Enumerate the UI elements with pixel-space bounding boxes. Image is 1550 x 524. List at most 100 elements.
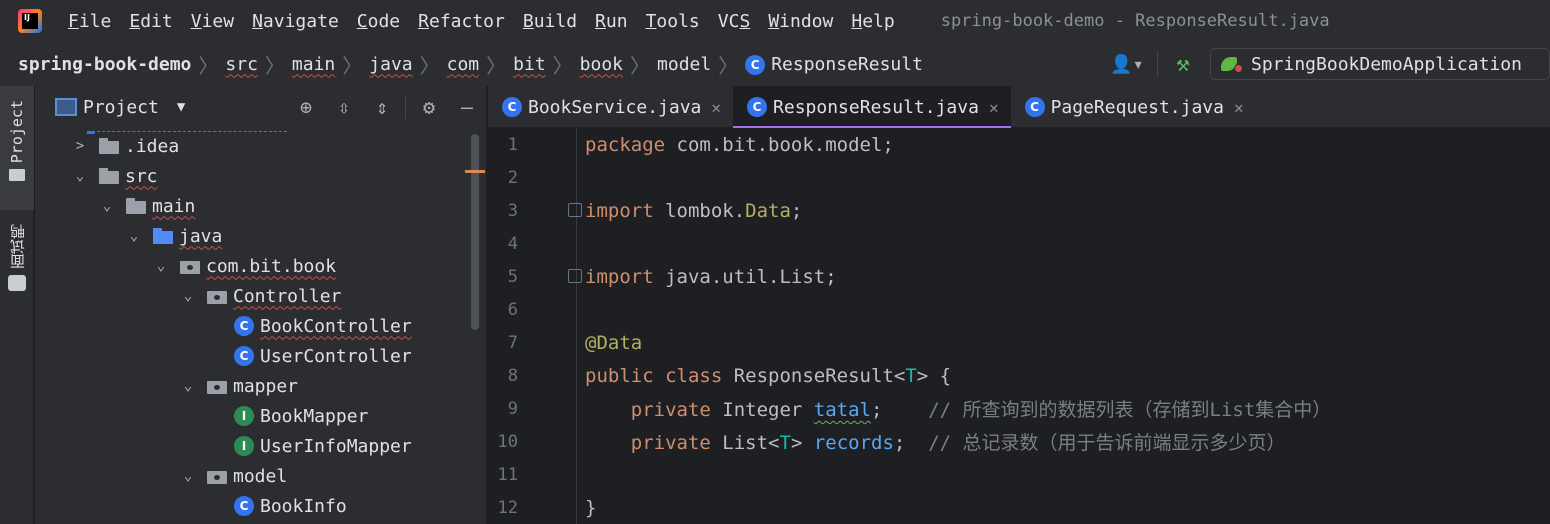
menu-file[interactable]: File	[68, 11, 111, 32]
breadcrumb-item[interactable]: com	[447, 54, 480, 75]
tree-item-label: java	[179, 225, 223, 247]
menu-tools[interactable]: Tools	[646, 11, 700, 32]
breadcrumb-separator: 〉	[552, 53, 573, 78]
code-token: T	[905, 364, 917, 387]
tree-scrollbar[interactable]	[471, 134, 479, 330]
menu-window[interactable]: Window	[768, 11, 833, 32]
menu-vcs[interactable]: VCS	[718, 11, 751, 32]
project-panel-title[interactable]: Project	[83, 97, 159, 118]
menu-edit[interactable]: Edit	[129, 11, 172, 32]
menu-navigate[interactable]: Navigate	[252, 11, 339, 32]
chevron-down-icon[interactable]: ⌄	[73, 168, 87, 184]
tree-item-label: main	[152, 195, 196, 217]
chevron-down-icon[interactable]: ⌄	[127, 228, 141, 244]
left-tool-strip: Project 面试鸭	[0, 86, 34, 524]
fold-marker-icon[interactable]	[568, 269, 582, 283]
breadcrumb-item[interactable]: src	[225, 54, 258, 75]
chevron-down-icon[interactable]: ⌄	[181, 378, 195, 394]
breadcrumb-item[interactable]: spring-book-demo	[18, 54, 191, 75]
tab-label: ResponseResult.java	[773, 96, 979, 118]
line-number: 11	[497, 464, 518, 485]
line-number: 9	[507, 398, 518, 419]
chevron-down-icon[interactable]: ▼	[177, 99, 185, 115]
breadcrumb-item[interactable]: main	[292, 54, 335, 75]
chevron-down-icon[interactable]: ⌄	[100, 198, 114, 214]
interface-icon: I	[234, 406, 254, 426]
plugin-tool-button[interactable]: 面试鸭	[0, 224, 34, 314]
code-text: import lombok.Data;	[585, 200, 802, 222]
class-icon: C	[747, 97, 768, 117]
breadcrumb-item[interactable]: model	[657, 54, 711, 75]
folder-icon	[126, 198, 146, 214]
class-icon: C	[502, 97, 522, 117]
menu-help[interactable]: Help	[851, 11, 894, 32]
tab-responseresult[interactable]: C ResponseResult.java ✕	[733, 86, 1011, 129]
menu-code[interactable]: Code	[357, 11, 400, 32]
build-hammer-icon[interactable]: ⚒	[1168, 49, 1198, 79]
chevron-down-icon[interactable]: ⌄	[181, 288, 195, 304]
tree-item[interactable]: > .idea	[73, 131, 179, 161]
code-line: 3 import lombok.Data;	[488, 194, 1550, 227]
menu-build[interactable]: Build	[523, 11, 577, 32]
code-token: }	[585, 496, 597, 519]
tree-item[interactable]: C UserController	[208, 341, 412, 371]
menu-refactor[interactable]: Refactor	[418, 11, 505, 32]
breadcrumb-item[interactable]: bit	[513, 54, 546, 75]
breadcrumb-item[interactable]: C ResponseResult	[745, 54, 923, 75]
intellij-logo-icon[interactable]: IJ	[18, 9, 42, 33]
tab-pagerequest[interactable]: C PageRequest.java ✕	[1011, 86, 1256, 128]
minimize-icon[interactable]: —	[448, 92, 486, 122]
collapse-all-icon[interactable]: ⇕	[363, 92, 401, 122]
code-editor[interactable]: 1 package com.bit.book.model; 2 3 import lom…	[488, 128, 1550, 524]
tree-item[interactable]: I UserInfoMapper	[208, 431, 412, 461]
chevron-right-icon[interactable]: >	[73, 138, 87, 154]
project-tool-button[interactable]: Project	[0, 86, 34, 210]
code-line: 6	[488, 293, 1550, 326]
line-number: 12	[497, 497, 518, 518]
project-window-icon	[55, 98, 77, 116]
close-icon[interactable]: ✕	[989, 98, 999, 117]
tree-item[interactable]: ⌄ java	[127, 221, 223, 251]
locate-crosshair-icon[interactable]: ⊕	[287, 92, 325, 122]
breadcrumb: spring-book-demo 〉 src 〉 main 〉 java 〉 com 〉 bit 〉 b…	[18, 50, 923, 79]
close-icon[interactable]: ✕	[711, 98, 721, 117]
fold-marker-icon[interactable]	[568, 203, 582, 217]
code-token: > {	[916, 364, 952, 387]
line-number: 7	[507, 332, 518, 353]
tree-item[interactable]: C BookController	[208, 311, 412, 341]
expand-all-icon[interactable]: ⇳	[325, 92, 363, 122]
package-icon	[207, 468, 227, 484]
tree-item[interactable]: ⌄ model	[181, 461, 287, 491]
tree-item[interactable]: I BookMapper	[208, 401, 368, 431]
breadcrumb-separator: 〉	[198, 53, 219, 78]
menu-view[interactable]: View	[191, 11, 234, 32]
menu-items: File Edit View Navigate Code Refactor Build Run…	[68, 11, 913, 32]
toolbar-right: 👤▾ ⚒ SpringBookDemoApplication	[1107, 42, 1550, 86]
close-icon[interactable]: ✕	[1234, 98, 1244, 117]
breadcrumb-item[interactable]: java	[369, 54, 412, 75]
breadcrumb-item[interactable]: book	[580, 54, 623, 75]
tree-item[interactable]: ⌄ com.bit.book	[154, 251, 336, 281]
tree-item[interactable]: ⌄ src	[73, 161, 158, 191]
menu-run[interactable]: Run	[595, 11, 628, 32]
code-token: // 所查询到的数据列表（存储到List集合中）	[928, 399, 1332, 421]
tree-item[interactable]: ⌄ main	[100, 191, 196, 221]
code-text: import java.util.List;	[585, 266, 837, 288]
editor-tabs: C BookService.java ✕ C ResponseResult.java ✕ C…	[488, 86, 1550, 129]
run-configuration-selector[interactable]: SpringBookDemoApplication	[1210, 48, 1550, 80]
tree-item[interactable]: C BookInfo	[208, 491, 347, 521]
gear-icon[interactable]: ⚙	[410, 92, 448, 122]
tab-bookservice[interactable]: C BookService.java ✕	[488, 86, 733, 128]
chevron-down-icon[interactable]: ⌄	[181, 468, 195, 484]
line-number: 6	[507, 299, 518, 320]
chevron-down-icon[interactable]: ⌄	[154, 258, 168, 274]
tree-item-label: com.bit.book	[206, 255, 337, 277]
interface-icon: I	[234, 436, 254, 456]
tree-item[interactable]: ⌄ Controller	[181, 281, 342, 311]
code-text: private Integer tatal; // 所查询到的数据列表（存储到L…	[585, 395, 1332, 422]
tree-item[interactable]: ⌄ mapper	[181, 371, 298, 401]
code-line: 11	[488, 458, 1550, 491]
window-title: spring-book-demo - ResponseResult.java	[940, 11, 1330, 31]
user-dropdown-icon[interactable]: 👤▾	[1107, 49, 1147, 79]
